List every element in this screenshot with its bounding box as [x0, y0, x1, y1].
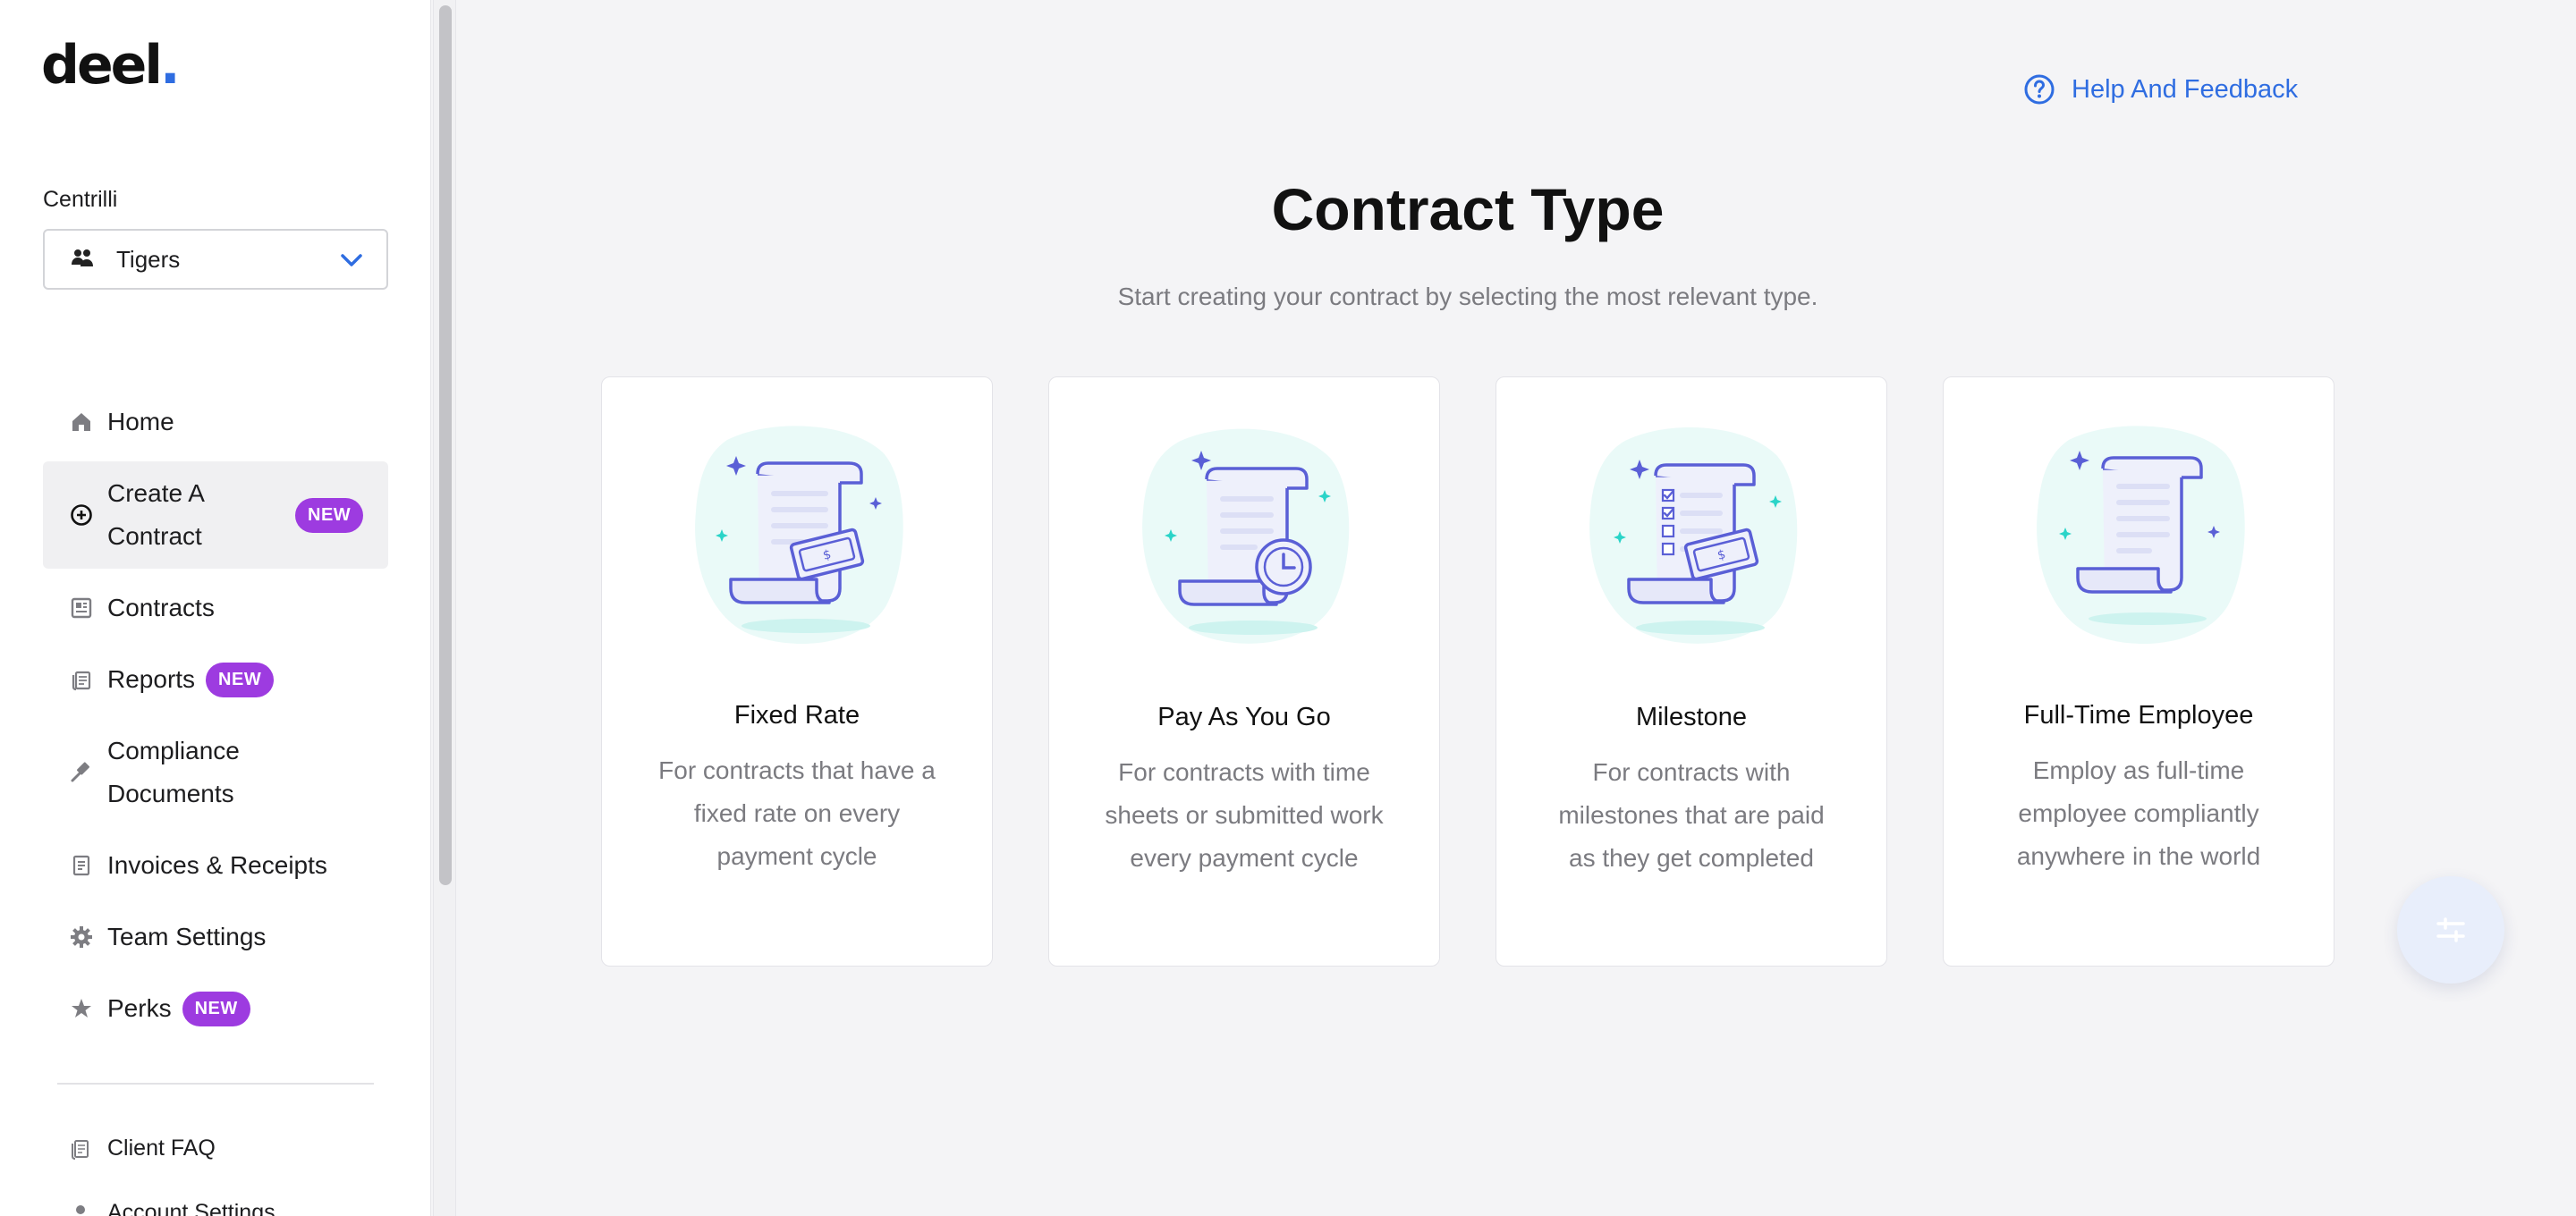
card-description: For contracts with milestones that are p… — [1558, 758, 1825, 872]
sidebar-divider — [57, 1083, 374, 1085]
new-badge: NEW — [182, 991, 250, 1026]
card-title: Fixed Rate — [733, 701, 860, 730]
scrollbar-thumb[interactable] — [439, 5, 452, 885]
sidebar-item-label: Invoices & Receipts — [107, 851, 327, 879]
team-select[interactable]: Tigers — [43, 229, 388, 290]
sidebar-item-client-faq[interactable]: Client FAQ — [70, 1136, 216, 1161]
star-icon — [70, 997, 93, 1020]
full-time-employee-illustration — [2037, 426, 2245, 645]
sidebar-item-label: Reports — [107, 665, 196, 693]
contract-type-card-fixed-rate[interactable]: $ Fixed Rate For contracts that have a f… — [601, 376, 993, 967]
help-and-feedback-link[interactable]: Help And Feedback — [2023, 73, 2298, 106]
card-title: Full-Time Employee — [2023, 701, 2254, 730]
card-description: Employ as full-time employee compliantly… — [2016, 756, 2261, 870]
receipt-icon — [70, 854, 93, 877]
sidebar-item-label: Contract — [107, 522, 202, 550]
sidebar-item-label: Documents — [107, 780, 234, 807]
chevron-down-icon — [341, 254, 362, 266]
plus-circle-icon — [70, 503, 93, 527]
sidebar-item-team-settings[interactable]: Team Settings — [43, 914, 388, 960]
sidebar-item-account-settings[interactable]: Account Settings — [70, 1200, 275, 1216]
sidebar-item-create-contract[interactable]: Create A Contract NEW — [43, 461, 388, 569]
new-badge: NEW — [206, 662, 275, 697]
sidebar-item-contracts[interactable]: Contracts — [43, 585, 388, 631]
fixed-rate-illustration: $ — [695, 426, 903, 645]
sidebar-item-label: Account Settings — [107, 1200, 275, 1216]
sidebar-item-label: Contracts — [107, 594, 215, 621]
card-title: Pay As You Go — [1157, 703, 1331, 731]
card-description: For contracts that have a fixed rate on … — [658, 756, 936, 870]
deel-logo[interactable]: deel. — [41, 34, 181, 97]
home-icon — [70, 410, 93, 434]
help-circle-icon — [2024, 74, 2055, 105]
pay-as-you-go-illustration — [1142, 428, 1350, 644]
contract-type-card-full-time-employee[interactable]: Full-Time Employee Employ as full-time e… — [1943, 376, 2334, 967]
sidebar-item-label: Compliance — [107, 737, 240, 764]
help-and-feedback-label: Help And Feedback — [2072, 74, 2299, 104]
sidebar-item-label: Team Settings — [107, 923, 267, 950]
sidebar-item-reports[interactable]: Reports NEW — [43, 656, 388, 703]
contracts-icon — [70, 596, 93, 620]
sidebar-item-home[interactable]: Home — [43, 399, 388, 445]
page-title: Contract Type — [1271, 176, 1665, 242]
sidebar-scrollbar[interactable] — [433, 0, 456, 1216]
organization-name: Centrilli — [43, 187, 118, 212]
sidebar-item-label: Perks — [107, 994, 172, 1022]
sidebar-item-label: Create A — [107, 479, 205, 507]
sliders-icon — [2436, 917, 2465, 942]
card-description: For contracts with time sheets or submit… — [1105, 758, 1384, 872]
card-title: Milestone — [1635, 703, 1748, 731]
new-badge: NEW — [295, 497, 364, 533]
contract-type-card-pay-as-you-go[interactable]: Pay As You Go For contracts with time sh… — [1048, 376, 1440, 967]
contract-type-card-milestone[interactable]: $ Milestone For contracts with milestone… — [1496, 376, 1887, 967]
team-icon — [72, 249, 93, 266]
milestone-illustration: $ — [1589, 427, 1798, 644]
sidebar-item-compliance-documents[interactable]: Compliance Documents — [43, 728, 388, 817]
sidebar-item-perks[interactable]: Perks NEW — [43, 985, 388, 1032]
faq-icon — [70, 1138, 91, 1160]
user-icon — [70, 1203, 91, 1216]
sidebar-item-invoices-receipts[interactable]: Invoices & Receipts — [43, 842, 388, 889]
sidebar-item-label: Home — [107, 408, 174, 435]
sidebar-item-label: Client FAQ — [107, 1136, 216, 1161]
page-subtitle: Start creating your contract by selectin… — [1117, 283, 1818, 310]
reports-icon — [70, 668, 93, 691]
team-select-value: Tigers — [116, 245, 181, 273]
sidebar: deel. Centrilli Tigers Home Create A Con… — [0, 0, 431, 1216]
gavel-icon — [70, 761, 93, 784]
gear-icon — [70, 925, 93, 949]
floating-settings-button[interactable] — [2397, 876, 2504, 984]
